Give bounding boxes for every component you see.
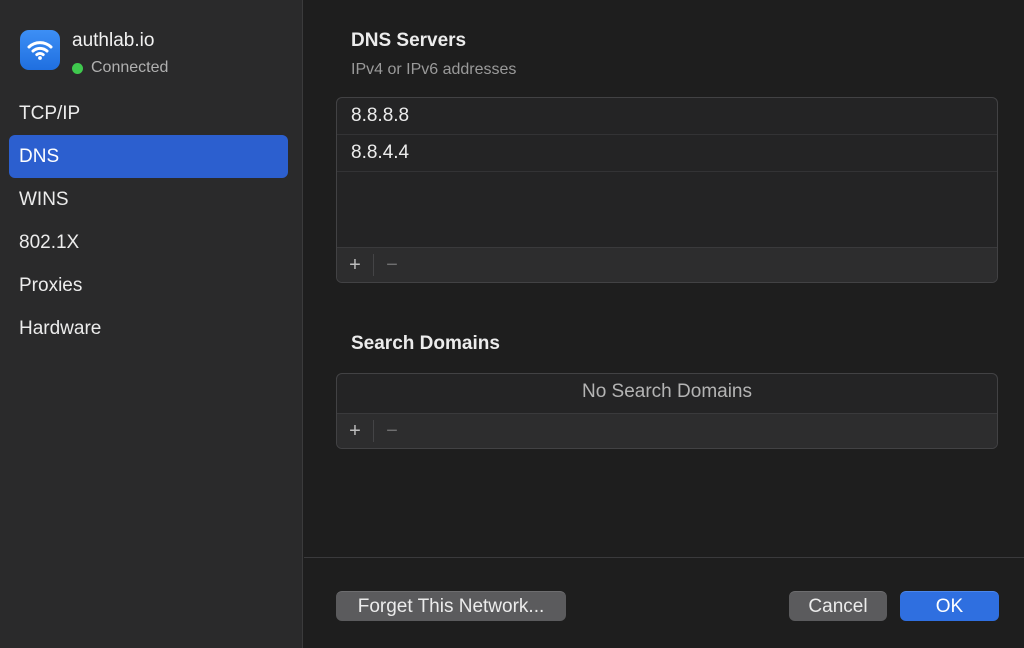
network-name: authlab.io bbox=[72, 30, 155, 51]
sidebar-item-wins[interactable]: WINS bbox=[9, 178, 288, 221]
add-dns-server-button[interactable]: + bbox=[337, 253, 373, 277]
sidebar-item-hardware[interactable]: Hardware bbox=[9, 307, 288, 350]
wifi-icon bbox=[20, 30, 60, 70]
search-domains-empty: No Search Domains bbox=[581, 381, 753, 402]
bottom-divider bbox=[304, 557, 1024, 558]
network-status: Connected bbox=[72, 59, 168, 77]
main-panel: DNS Servers IPv4 or IPv6 addresses 8.8.8… bbox=[304, 0, 1024, 648]
ok-button[interactable]: OK bbox=[900, 591, 999, 621]
dns-server-address: 8.8.4.4 bbox=[351, 142, 410, 163]
sidebar-item-label: WINS bbox=[19, 188, 69, 210]
network-status-label: Connected bbox=[91, 59, 169, 76]
sidebar-item-8021x[interactable]: 802.1X bbox=[9, 221, 288, 264]
dns-servers-list[interactable]: 8.8.8.8 8.8.4.4 + − bbox=[336, 97, 998, 283]
cancel-button[interactable]: Cancel bbox=[789, 591, 887, 621]
sidebar-item-tcpip[interactable]: TCP/IP bbox=[9, 92, 288, 135]
dns-list-footer: + − bbox=[337, 247, 997, 282]
remove-search-domain-button[interactable]: − bbox=[374, 419, 410, 443]
list-item[interactable]: 8.8.4.4 bbox=[337, 135, 997, 172]
search-domains-footer: + − bbox=[337, 413, 997, 448]
sidebar-nav: TCP/IP DNS WINS 802.1X Proxies Hardware bbox=[9, 92, 288, 350]
search-domains-list[interactable]: No Search Domains + − bbox=[336, 373, 998, 449]
forget-network-button[interactable]: Forget This Network... bbox=[336, 591, 566, 621]
remove-dns-server-button[interactable]: − bbox=[374, 253, 410, 277]
network-header: authlab.io Connected bbox=[20, 30, 168, 77]
sidebar-item-label: Proxies bbox=[19, 274, 83, 296]
list-item[interactable]: 8.8.8.8 bbox=[337, 98, 997, 135]
dns-servers-subtitle: IPv4 or IPv6 addresses bbox=[351, 61, 517, 78]
sidebar: authlab.io Connected TCP/IP DNS WINS 802… bbox=[0, 0, 303, 648]
dns-server-address: 8.8.8.8 bbox=[351, 105, 410, 126]
sidebar-item-proxies[interactable]: Proxies bbox=[9, 264, 288, 307]
network-settings-window: authlab.io Connected TCP/IP DNS WINS 802… bbox=[0, 0, 1024, 648]
sidebar-item-label: TCP/IP bbox=[19, 102, 81, 124]
search-domains-title: Search Domains bbox=[351, 333, 500, 354]
sidebar-item-label: Hardware bbox=[19, 317, 102, 339]
sidebar-item-label: 802.1X bbox=[19, 231, 80, 253]
dns-servers-title: DNS Servers bbox=[351, 30, 467, 51]
status-dot-icon bbox=[72, 62, 83, 74]
sidebar-item-label: DNS bbox=[19, 145, 60, 167]
sidebar-item-dns[interactable]: DNS bbox=[9, 135, 288, 178]
add-search-domain-button[interactable]: + bbox=[337, 419, 373, 443]
